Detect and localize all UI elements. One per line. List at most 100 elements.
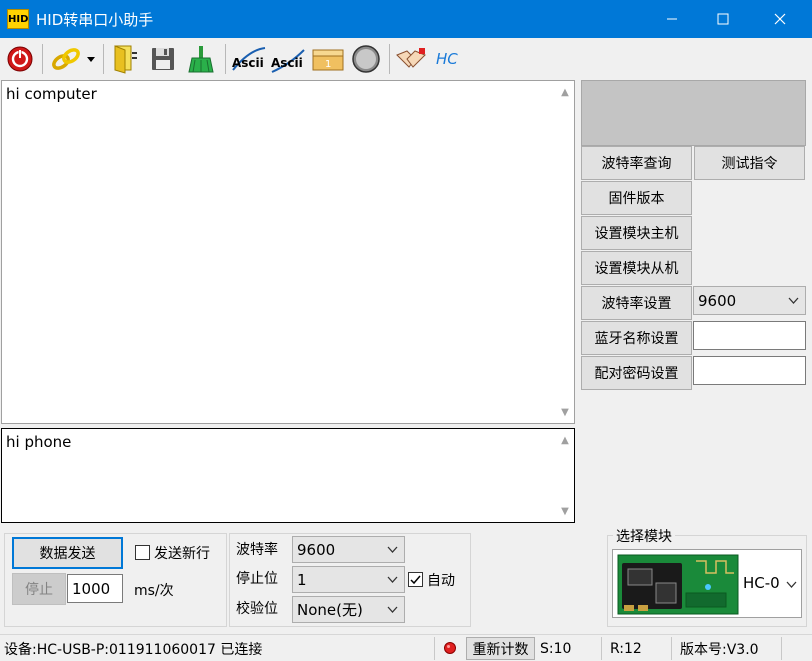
- save-button[interactable]: [147, 42, 179, 76]
- status-bar: 设备:HC-USB-P:011911060017 已连接 重新计数 S:10 R…: [0, 634, 812, 661]
- reset-count-button[interactable]: 重新计数: [466, 637, 535, 660]
- bt-name-input[interactable]: [693, 321, 806, 350]
- interval-unit-label: ms/次: [134, 583, 174, 599]
- minimize-icon: [667, 18, 677, 20]
- module-select-combo[interactable]: HC-0: [612, 549, 802, 618]
- window-title: HID转串口小助手: [36, 11, 154, 29]
- handshake-button[interactable]: [395, 42, 427, 76]
- toolbar: Ascii Ascii 1 HC: [0, 38, 812, 80]
- svg-text:Ascii: Ascii: [232, 56, 264, 70]
- version-label: 版本号:V3.0: [680, 641, 759, 658]
- pair-password-set-button[interactable]: 配对密码设置: [581, 356, 692, 390]
- baud-set-button[interactable]: 波特率设置: [581, 286, 692, 320]
- module-image-placeholder: [581, 80, 806, 146]
- status-led-icon: [444, 642, 456, 654]
- hc-logo-icon: HC: [436, 50, 458, 68]
- clear-button[interactable]: [185, 42, 217, 76]
- send-scrollbar[interactable]: ▲ ▼: [556, 429, 574, 522]
- pair-password-input[interactable]: [693, 356, 806, 385]
- scroll-up-icon[interactable]: ▲: [556, 83, 574, 101]
- scroll-up-icon[interactable]: ▲: [556, 431, 574, 449]
- status-divider: [671, 637, 672, 660]
- parity-select[interactable]: None(无): [292, 596, 405, 623]
- receive-scrollbar[interactable]: ▲ ▼: [556, 81, 574, 423]
- ascii-receive-button[interactable]: Ascii: [270, 42, 306, 76]
- status-divider: [601, 637, 602, 660]
- auto-checkbox[interactable]: [408, 572, 423, 587]
- interval-input[interactable]: 1000: [67, 574, 123, 603]
- set-slave-button[interactable]: 设置模块从机: [581, 251, 692, 285]
- counter-folder-icon: 1: [312, 49, 344, 71]
- send-newline-label: 发送新行: [154, 546, 210, 562]
- toolbar-separator: [389, 44, 390, 74]
- status-divider: [434, 637, 435, 660]
- hc-logo-button[interactable]: HC: [434, 42, 470, 76]
- baud-query-button[interactable]: 波特率查询: [581, 146, 692, 180]
- toolbar-separator: [42, 44, 43, 74]
- send-data-button[interactable]: 数据发送: [12, 537, 123, 569]
- record-button[interactable]: [350, 42, 382, 76]
- status-divider: [781, 637, 782, 660]
- dropdown-arrow-icon: [87, 57, 95, 62]
- svg-text:1: 1: [325, 59, 331, 70]
- chevron-down-icon: [387, 606, 398, 613]
- ascii-send-icon: Ascii: [232, 47, 266, 71]
- received-count: R:12: [610, 640, 642, 657]
- clear-broom-icon: [188, 46, 214, 73]
- bt-name-set-button[interactable]: 蓝牙名称设置: [581, 321, 692, 355]
- close-button[interactable]: [752, 0, 808, 38]
- chevron-down-icon: [786, 581, 797, 588]
- connect-dropdown-button[interactable]: [84, 42, 98, 76]
- toolbar-separator: [225, 44, 226, 74]
- sent-count: S:10: [540, 640, 572, 657]
- ascii-receive-icon: Ascii: [271, 49, 305, 73]
- power-icon: [7, 46, 33, 72]
- auto-label: 自动: [427, 573, 455, 589]
- maximize-button[interactable]: [695, 0, 751, 38]
- receive-textarea[interactable]: hi computer ▲ ▼: [1, 80, 575, 424]
- baud-set-value: 9600: [698, 291, 737, 310]
- scroll-down-icon[interactable]: ▼: [556, 502, 574, 520]
- test-command-button[interactable]: 测试指令: [694, 146, 805, 180]
- title-bar: HID HID转串口小助手: [0, 0, 812, 38]
- baud-rate-label: 波特率: [236, 542, 278, 558]
- module-select-title: 选择模块: [613, 526, 675, 546]
- open-file-icon: [114, 45, 137, 74]
- send-text: hi phone: [6, 433, 72, 451]
- module-select-value: HC-0: [743, 574, 780, 592]
- send-newline-checkbox[interactable]: [135, 545, 150, 560]
- svg-text:HC: HC: [436, 50, 458, 68]
- ascii-send-button[interactable]: Ascii: [231, 42, 267, 76]
- checkmark-icon: [410, 575, 421, 585]
- stop-bits-select[interactable]: 1: [292, 566, 405, 593]
- module-board-icon: [617, 554, 739, 615]
- minimize-button[interactable]: [644, 0, 700, 38]
- svg-text:Ascii: Ascii: [271, 56, 303, 70]
- set-master-button[interactable]: 设置模块主机: [581, 216, 692, 250]
- chevron-down-icon: [788, 297, 799, 304]
- parity-label: 校验位: [236, 601, 278, 617]
- chevron-down-icon: [387, 546, 398, 553]
- receive-text: hi computer: [6, 85, 97, 103]
- baud-rate-select[interactable]: 9600: [292, 536, 405, 563]
- power-button[interactable]: [4, 42, 36, 76]
- app-icon: HID: [7, 9, 29, 29]
- stop-bits-value: 1: [297, 570, 307, 589]
- open-file-button[interactable]: [109, 42, 141, 76]
- link-icon: [52, 48, 80, 70]
- toolbar-separator: [103, 44, 104, 74]
- chevron-down-icon: [387, 576, 398, 583]
- counter-button[interactable]: 1: [311, 42, 345, 76]
- firmware-version-button[interactable]: 固件版本: [581, 181, 692, 215]
- circle-icon: [352, 45, 380, 73]
- connect-button[interactable]: [50, 42, 82, 76]
- maximize-icon: [717, 13, 729, 25]
- stop-button[interactable]: 停止: [12, 573, 66, 605]
- stop-bits-label: 停止位: [236, 571, 278, 587]
- handshake-icon: [396, 48, 426, 68]
- send-textarea[interactable]: hi phone ▲ ▼: [1, 428, 575, 523]
- baud-rate-value: 9600: [297, 540, 336, 559]
- scroll-down-icon[interactable]: ▼: [556, 403, 574, 421]
- close-icon: [774, 13, 786, 25]
- baud-set-select[interactable]: 9600: [693, 286, 806, 315]
